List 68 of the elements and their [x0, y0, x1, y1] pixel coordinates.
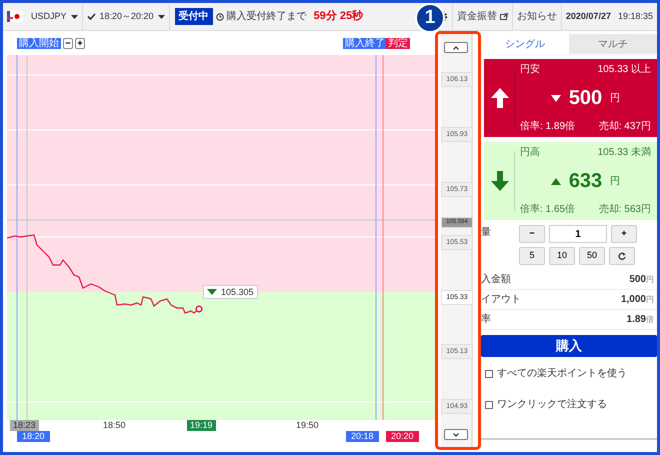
reset-button[interactable]: [609, 247, 635, 265]
status-badge: 受付中: [174, 8, 213, 25]
increment-button[interactable]: +: [611, 225, 637, 243]
check-icon: [86, 13, 96, 20]
chevron-up-icon: [453, 46, 459, 50]
caret-icon: [70, 14, 78, 18]
countdown-timer: 59分 25秒: [314, 8, 364, 24]
session-time: 18:20～20:20: [100, 10, 154, 23]
checkbox[interactable]: [485, 370, 493, 378]
clock-icon: [216, 12, 224, 20]
summary-label: 入金額: [481, 272, 511, 287]
option-name: 円安: [520, 62, 540, 77]
checkbox[interactable]: [485, 400, 493, 408]
zoom-out-button[interactable]: −: [63, 38, 73, 49]
preset-button[interactable]: 50: [579, 247, 605, 265]
option-condition: 105.33 未満: [598, 146, 651, 160]
time-badge: 18:20: [17, 431, 50, 442]
scroll-down-button[interactable]: [444, 429, 468, 440]
quantity-label: 量: [481, 226, 492, 240]
summary-label: 率: [481, 312, 491, 327]
option-price: 500: [568, 86, 602, 110]
option-condition: 105.33 以上: [598, 62, 651, 77]
preset-button[interactable]: 5: [519, 247, 545, 265]
header-link[interactable]: お知らせ: [516, 9, 557, 24]
marker-label: 判定: [386, 38, 410, 49]
marker-label: 購入開始: [17, 38, 61, 49]
refresh-icon: [618, 252, 626, 260]
time-badge: 20:20: [386, 431, 419, 442]
time-badge: 20:18: [346, 431, 379, 442]
buy-button[interactable]: 購入: [481, 335, 657, 357]
price-unit: 円: [610, 174, 620, 188]
flag-icon: [7, 11, 23, 22]
date-label: 2020/07/27: [566, 10, 611, 23]
checkbox-label: ワンクリックで注文する: [497, 398, 607, 412]
option-card[interactable]: 円高 105.33 未満 633 円 倍率: 1.65倍 売却: 563円: [484, 142, 657, 220]
marker-label: 購入終了: [343, 38, 387, 49]
decrement-button[interactable]: −: [519, 225, 545, 243]
chevron-down-icon: [453, 432, 459, 436]
payout-ratio: 倍率: 1.65倍: [520, 202, 576, 217]
preset-button[interactable]: 10: [549, 247, 575, 265]
sell-price: 売却: 563円: [598, 202, 651, 217]
countdown-label: 購入受付終了まで: [226, 10, 307, 24]
summary-value: 1.89倍: [626, 313, 654, 327]
price-unit: 円: [610, 92, 620, 106]
summary-value: 1,000円: [620, 293, 654, 307]
option-card[interactable]: 円安 105.33 以上 500 円 倍率: 1.89倍 売却: 437円: [484, 59, 657, 137]
checkbox-label: すべての楽天ポイントを使う: [497, 367, 627, 381]
scroll-up-button[interactable]: [444, 42, 468, 53]
option-name: 円高: [520, 146, 540, 160]
time-label: 19:50: [295, 420, 320, 431]
time-label: 18:50: [102, 420, 127, 431]
option-price: 633: [568, 169, 602, 193]
header-link[interactable]: 資金振替: [456, 9, 508, 24]
summary-label: イアウト: [481, 293, 521, 307]
summary-value: 500円: [629, 273, 654, 287]
price-tooltip: 105.305: [203, 285, 258, 299]
tab[interactable]: マルチ: [569, 34, 657, 54]
quantity-field[interactable]: 1: [549, 225, 607, 243]
arrow-up-icon: [490, 87, 510, 109]
caret-icon: [158, 14, 165, 18]
time-badge: 18:23: [10, 420, 39, 431]
time-badge: 19:19: [187, 420, 216, 431]
currency-label: USDJPY: [31, 10, 67, 23]
zoom-in-button[interactable]: +: [75, 38, 85, 49]
payout-ratio: 倍率: 1.89倍: [520, 120, 576, 134]
arrow-down-icon: [490, 170, 510, 192]
sell-price: 売却: 437円: [598, 120, 651, 134]
clock-time: 19:18:35: [618, 10, 653, 23]
